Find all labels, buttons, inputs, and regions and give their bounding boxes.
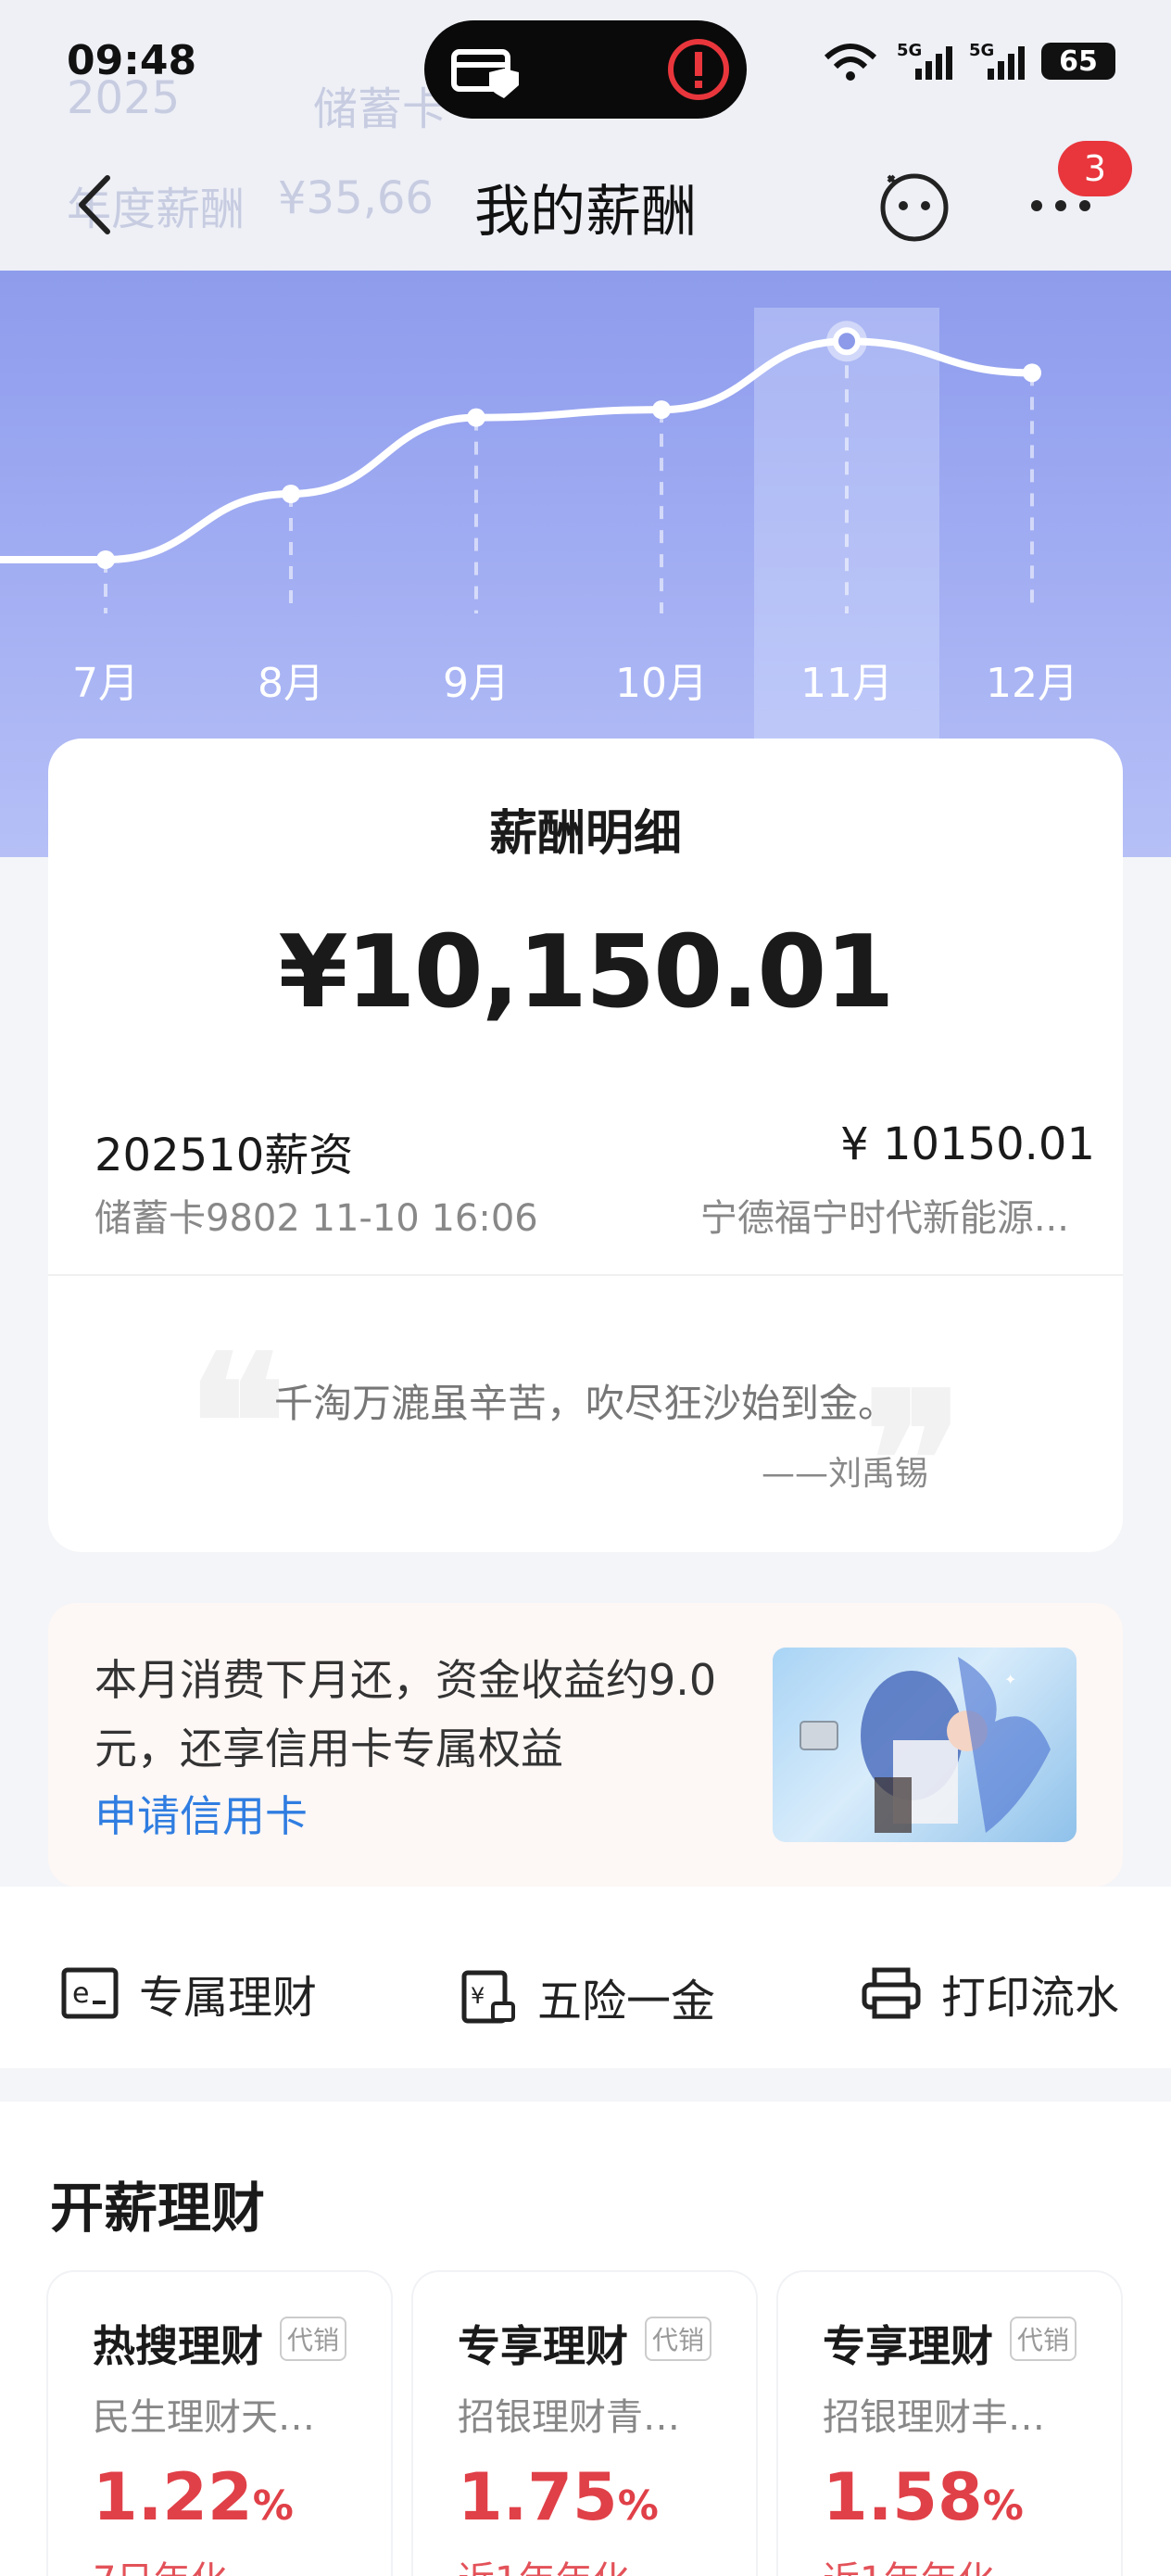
salary-line-chart: 7月 8月 9月 10月 11月 12月	[0, 308, 1078, 743]
quote-author: ——刘禹锡	[761, 1455, 928, 1493]
product-rate: 1.58%	[823, 2459, 1024, 2535]
svg-text:5G: 5G	[897, 41, 922, 60]
agency-tag: 代销	[280, 2317, 347, 2361]
svg-text:¥: ¥	[471, 1983, 485, 2009]
finance-section-title: 开薪理财	[50, 2177, 266, 2240]
product-rate-label: 近1年年化	[458, 2550, 629, 2576]
month-tick-label[interactable]: 9月	[443, 660, 510, 707]
salary-amount: ¥10,150.01	[278, 915, 894, 1030]
signal-5g-icon-2: 5G	[969, 41, 1025, 80]
product-rate-label: 近1年年化	[823, 2550, 994, 2576]
action-label: 五险一金	[537, 1976, 716, 2027]
data-point-11月[interactable]	[833, 327, 861, 356]
status-time: 09:48	[67, 37, 197, 84]
action-exclusive-finance[interactable]: e 专属理财	[61, 1961, 317, 2026]
divider	[48, 1274, 1123, 1276]
quick-actions: e 专属理财 ¥ 五险一金 打印流水	[0, 1920, 1171, 2068]
printer-icon	[862, 1967, 921, 2019]
svg-text:5G: 5G	[969, 41, 994, 60]
data-point-10月[interactable]	[652, 400, 671, 420]
action-label: 打印流水	[941, 1972, 1120, 2024]
finance-product-card[interactable]: 热搜理财 代销 民生理财天… 1.22% 7日年化	[48, 2272, 391, 2576]
quote-text: 千淘万漉虽辛苦，吹尽狂沙始到金。	[273, 1381, 897, 1426]
product-rate-label: 7日年化	[93, 2550, 227, 2576]
apply-credit-card-link[interactable]: 申请信用卡	[94, 1783, 308, 1844]
agency-tag: 代销	[1010, 2317, 1077, 2361]
product-name: 专享理财	[458, 2321, 628, 2371]
action-insurance[interactable]: ¥ 五险一金	[461, 1964, 715, 2029]
product-subtitle: 招银理财丰…	[823, 2396, 1045, 2439]
salary-account: 储蓄卡9802 11-10 16:06	[94, 1197, 538, 1240]
signal-5g-icon-1: 5G	[897, 41, 952, 80]
data-point-8月[interactable]	[282, 485, 300, 503]
credit-card-promo[interactable]: 本月消费下月还，资金收益约9.0元，还享信用卡专属权益 申请信用卡 ✦	[48, 1603, 1123, 1887]
month-tick-label[interactable]: 11月	[800, 660, 893, 707]
salary-item-title[interactable]: 202510薪资	[94, 1118, 353, 1183]
product-rate: 1.75%	[458, 2459, 659, 2535]
salary-payer: 宁德福宁时代新能源...	[699, 1197, 1069, 1240]
product-subtitle: 招银理财青…	[458, 2396, 680, 2439]
month-tick-label[interactable]: 10月	[615, 660, 708, 707]
card-title: 薪酬明细	[488, 806, 682, 862]
finance-product-card[interactable]: 专享理财 代销 招银理财青… 1.75% 近1年年化	[413, 2272, 756, 2576]
credit-card-image: ✦	[773, 1648, 1077, 1842]
dynamic-island	[424, 20, 747, 119]
finance-product-card[interactable]: 专享理财 代销 招银理财丰… 1.58% 近1年年化	[778, 2272, 1121, 2576]
month-tick-label[interactable]: 12月	[986, 660, 1078, 707]
page-title: 我的薪酬	[474, 180, 697, 245]
salary-chart[interactable]: 7月 8月 9月 10月 11月 12月	[0, 271, 1171, 743]
salary-item-amount[interactable]: ¥ 10150.01	[840, 1118, 1095, 1170]
promo-text: 本月消费下月还，资金收益约9.0元，还享信用卡专属权益	[94, 1655, 717, 1774]
island-icons	[451, 39, 729, 100]
salary-detail-card: 薪酬明细 ¥10,150.01 202510薪资 ¥ 10150.01 储蓄卡9…	[48, 739, 1123, 1554]
product-name: 专享理财	[823, 2321, 993, 2371]
data-point-9月[interactable]	[467, 408, 485, 427]
product-name: 热搜理财	[93, 2321, 263, 2371]
status-indicators: 5G 5G 65	[821, 41, 1115, 82]
navbar: 我的薪酬	[0, 158, 1171, 250]
svg-text:✦: ✦	[1004, 1671, 1016, 1688]
month-tick-label[interactable]: 7月	[72, 660, 139, 707]
data-point-7月[interactable]	[96, 550, 115, 569]
product-subtitle: 民生理财天…	[93, 2396, 315, 2439]
e-icon: e	[61, 1967, 119, 2019]
action-print-statement[interactable]: 打印流水	[862, 1961, 1119, 2026]
insurance-icon: ¥	[461, 1970, 515, 2024]
svg-text:e: e	[72, 1977, 89, 2010]
action-label: 专属理财	[139, 1972, 318, 2024]
agency-tag: 代销	[645, 2317, 712, 2361]
month-tick-label[interactable]: 8月	[258, 660, 324, 707]
wifi-icon	[824, 44, 877, 81]
section-separator	[0, 2068, 1171, 2102]
assistant-face-icon[interactable]	[875, 167, 953, 245]
product-rate: 1.22%	[93, 2459, 294, 2535]
data-point-12月[interactable]	[1023, 363, 1041, 383]
credit-card-artwork: ✦	[800, 1657, 1051, 1833]
battery-indicator: 65	[1041, 43, 1115, 80]
notification-badge: 3	[1058, 141, 1132, 196]
